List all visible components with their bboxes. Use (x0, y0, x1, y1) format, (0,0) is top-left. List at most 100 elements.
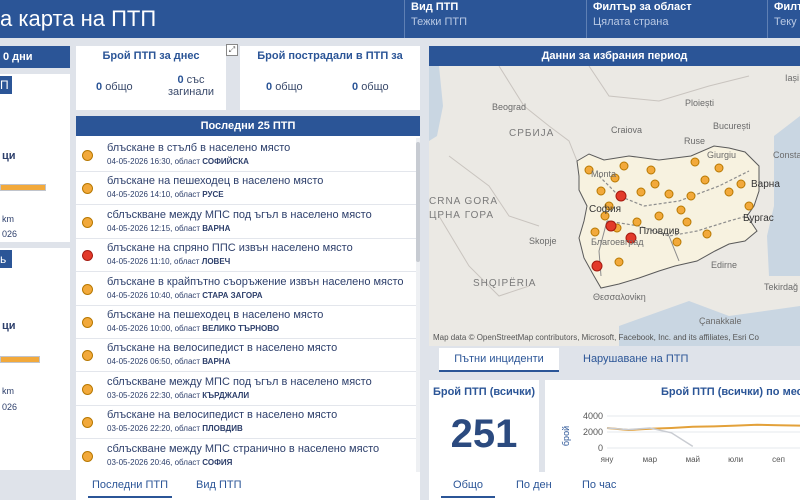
severity-dot-icon (82, 283, 93, 295)
incident-meta: 03-05-2026 22:30, област КЪРДЖАЛИ (107, 391, 249, 400)
incident-region: ВЕЛИКО ТЪРНОВО (202, 324, 280, 333)
bottom-tabs: Общо По ден По час (429, 472, 800, 500)
map-attribution: Map data © OpenStreetMap contributors, M… (433, 333, 759, 342)
incident-date: 04-05-2026 14:10, област (107, 190, 203, 200)
incident-list-item[interactable]: блъскане в крайпътно съоръжение извън на… (76, 272, 416, 306)
map-label: Ruse (684, 136, 706, 146)
x-tick-label: яну (601, 455, 614, 464)
y-tick-label: 0 (598, 443, 603, 453)
incident-meta: 03-05-2026 20:46, област СОФИЯ (107, 458, 232, 467)
left-block-label: ци (2, 320, 16, 332)
left-block-header: П (0, 76, 12, 94)
victims-title: Брой пострадали в ПТП за (240, 46, 420, 66)
severity-dot-icon (82, 417, 93, 429)
today-card: Брой ПТП за днес 0 общо 0 със загинали (76, 46, 226, 110)
map-label: Tekirdağ (764, 282, 799, 292)
incident-meta: 04-05-2026 14:10, област РУСЕ (107, 190, 224, 199)
list-scrollbar[interactable] (416, 138, 420, 472)
left-year: 026 (2, 229, 18, 239)
monthly-chart-card: Брой ПТП (всички) по месе брой 4000 2000 0… (545, 380, 800, 472)
tab-by-hour[interactable]: По час (582, 474, 616, 496)
map-label: София (589, 204, 622, 215)
left-year: 026 (2, 402, 18, 412)
incident-description: блъскане на пешеходец в населено място (107, 175, 324, 188)
incident-list-item[interactable]: блъскане в стълб в населено място 04-05-2… (76, 138, 416, 172)
incident-list[interactable]: блъскане в стълб в населено място 04-05-2… (76, 138, 416, 472)
incident-description: блъскане на велосипедист в населено мяст… (107, 342, 338, 355)
incident-list-item[interactable]: блъскане на пешеходец в населено място 04… (76, 305, 416, 339)
incident-region: ВАРНА (202, 223, 231, 233)
incident-date: 04-05-2026 10:40, област (107, 290, 203, 300)
severity-dot-icon (82, 450, 93, 462)
incident-meta: 04-05-2026 11:10, област ЛОВЕЧ (107, 257, 230, 266)
incident-list-item[interactable]: блъскане на спряно ППС извън населено мя… (76, 238, 416, 273)
victims-b-label: общо (361, 81, 389, 93)
map-label: Monta (591, 169, 617, 179)
incident-region: КЪРДЖАЛИ (202, 390, 250, 400)
kpi-value: 251 (450, 412, 518, 456)
incident-date: 04-05-2026 11:10, област (107, 257, 202, 267)
kpi-title: Брой ПТП (всички) (432, 386, 536, 398)
victims-card: Брой пострадали в ПТП за 0 общо 0 общо (240, 46, 420, 110)
filter-period[interactable]: Филт Теку (767, 0, 800, 38)
map-label: Çanakkale (699, 316, 742, 326)
incident-region: ВАРНА (202, 357, 231, 367)
incident-date: 04-05-2026 16:30, област (107, 157, 203, 166)
map-label: Бургас (743, 213, 774, 224)
map-panel: Данни за избрания период Beograd Craiova… (429, 46, 800, 346)
incident-region: ЛОВЕЧ (201, 257, 231, 267)
incident-list-item[interactable]: сблъскване между МПС странично в населен… (76, 439, 416, 472)
y-tick-label: 2000 (583, 427, 603, 437)
map-canvas[interactable]: Beograd Craiova Ploiești București Const… (429, 65, 800, 346)
x-tick-label: юли (728, 455, 743, 464)
victims-a-label: общо (275, 81, 303, 93)
left-unit: km (2, 386, 14, 396)
scrollbar-thumb[interactable] (416, 142, 420, 262)
tab-total[interactable]: Общо (441, 474, 495, 498)
incident-list-item[interactable]: блъскане на пешеходец в населено място 04… (76, 171, 416, 206)
filter-incident-type[interactable]: Вид ПТП Тежки ПТП (404, 0, 575, 38)
tab-by-day[interactable]: По ден (516, 474, 552, 496)
incident-date: 04-05-2026 12:15, област (107, 223, 203, 233)
last-incidents-title: Последни 25 ПТП (76, 116, 420, 136)
tab-violations[interactable]: Нарушаване на ПТП (583, 348, 688, 370)
map-label: Варна (751, 179, 780, 190)
incident-list-item[interactable]: сблъскване между МПС под ъгъл в населено… (76, 205, 416, 239)
map-country-label: CRNA GORA (429, 196, 499, 207)
incident-date: 03-05-2026 22:30, област (107, 390, 203, 400)
left-period-title: 0 дни (0, 46, 70, 68)
incident-list-item[interactable]: блъскане на велосипедист в населено мяст… (76, 405, 416, 440)
filter-region[interactable]: Филтър за област Цялата страна (586, 0, 763, 38)
incident-description: блъскане в стълб в населено място (107, 142, 291, 154)
filter-value: Тежки ПТП (411, 16, 467, 28)
severity-dot-icon (82, 216, 93, 228)
victims-b: 0 общо (352, 81, 389, 93)
left-block-header: ь (0, 250, 12, 268)
map-label: Skopje (529, 236, 557, 246)
left-block-label: ци (2, 150, 16, 162)
expand-icon[interactable]: ⤢ (226, 44, 238, 56)
tab-road-incidents[interactable]: Пътни инциденти (439, 348, 559, 372)
incident-date: 03-05-2026 20:46, област (107, 457, 203, 467)
tab-incident-type[interactable]: Вид ПТП (196, 474, 242, 496)
incident-date: 04-05-2026 10:00, област (107, 324, 203, 333)
incident-list-item[interactable]: сблъскване между МПС под ъгъл в населено… (76, 372, 416, 406)
incident-description: блъскане в крайпътно съоръжение извън на… (107, 275, 404, 288)
incident-meta: 04-05-2026 10:40, област СТАРА ЗАГОРА (107, 291, 263, 300)
x-tick-label: сеп (772, 455, 785, 464)
map-label: Craiova (611, 125, 643, 135)
incident-list-item[interactable]: блъскане на велосипедист в населено мяст… (76, 338, 416, 373)
tab-last-incidents[interactable]: Последни ПТП (88, 474, 172, 498)
left-progress-bar (0, 356, 40, 363)
today-fatal-value: 0 (177, 74, 184, 86)
incident-meta: 04-05-2026 12:15, област ВАРНА (107, 224, 230, 233)
incident-meta: 03-05-2026 22:20, област ПЛОВДИВ (107, 424, 243, 433)
app-title: а карта на ПТП (0, 6, 157, 31)
left-stats-card-1: П ци km 026 (0, 74, 70, 242)
map-tabs: Пътни инциденти Нарушаване на ПТП (429, 346, 800, 372)
incident-region: РУСЕ (202, 190, 224, 200)
map-label: Пловдив (639, 226, 680, 237)
map-title: Данни за избрания период (429, 46, 800, 66)
severity-dot-icon (82, 183, 93, 195)
today-total-label: общо (105, 81, 133, 93)
